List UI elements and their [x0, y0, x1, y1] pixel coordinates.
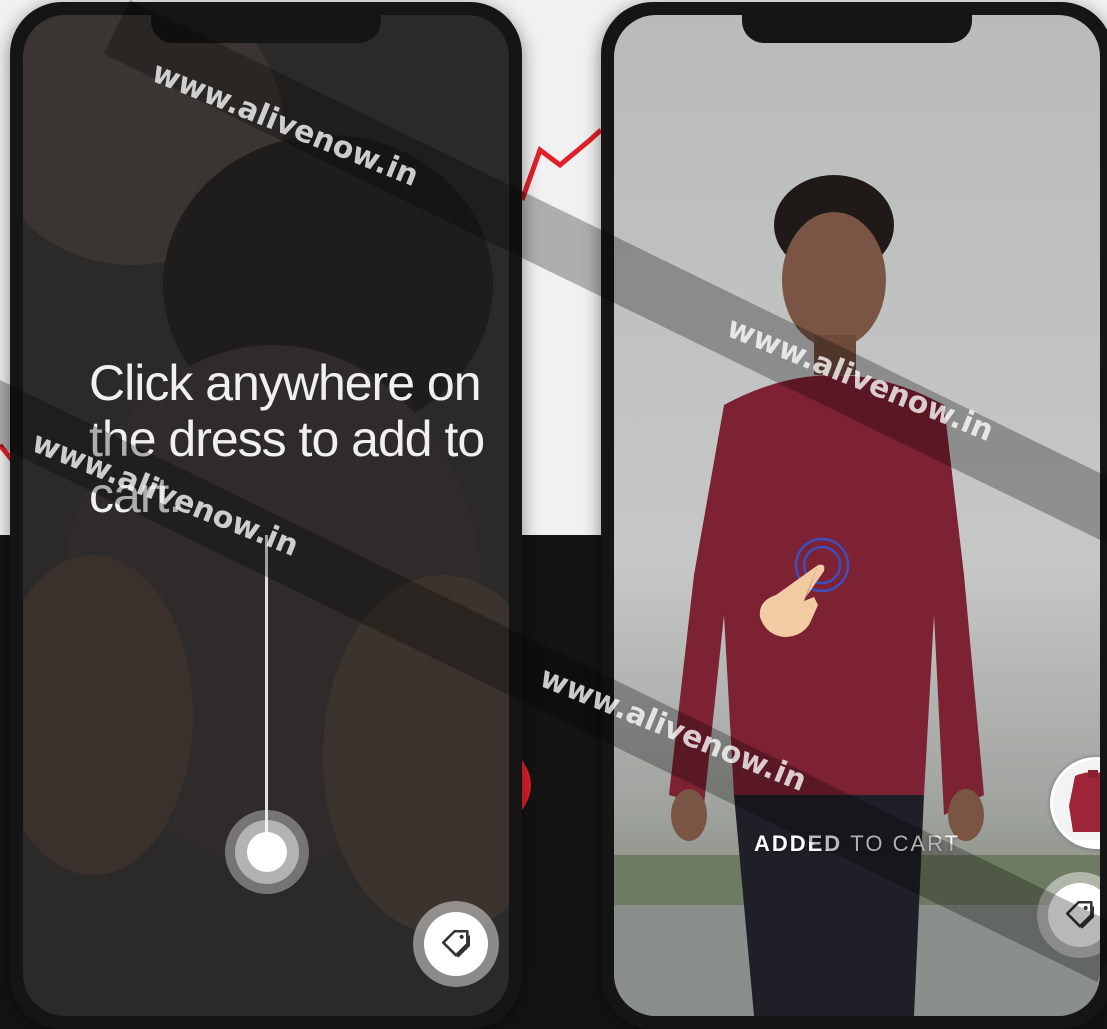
drag-handle-icon[interactable]: [225, 810, 309, 894]
screen-product[interactable]: ADDED TO CART: [614, 15, 1100, 1016]
phone-notch: [742, 15, 972, 43]
tap-hand-icon: [759, 537, 850, 637]
added-to-cart-label: ADDED TO CART: [614, 831, 1100, 857]
screen-instruction[interactable]: Click anywhere on the dress to add to ca…: [23, 15, 509, 1016]
phone-notch: [151, 15, 381, 43]
phone-left: Click anywhere on the dress to add to ca…: [10, 2, 522, 1029]
tag-button-inner: [1048, 883, 1100, 947]
phone-right: ADDED TO CART: [601, 2, 1107, 1029]
instruction-text: Click anywhere on the dress to add to ca…: [89, 355, 485, 523]
drag-guide-line: [265, 535, 268, 835]
tag-icon: [1065, 900, 1095, 929]
added-label-bold: ADDED: [753, 831, 843, 856]
added-label-rest: TO CART: [850, 831, 961, 856]
tag-icon: [441, 929, 471, 958]
drag-handle-ring: [235, 820, 299, 884]
tag-button-inner: [424, 912, 488, 976]
tag-button[interactable]: [413, 901, 499, 987]
model-figure: [614, 175, 1100, 1016]
drag-handle-core: [247, 832, 287, 872]
